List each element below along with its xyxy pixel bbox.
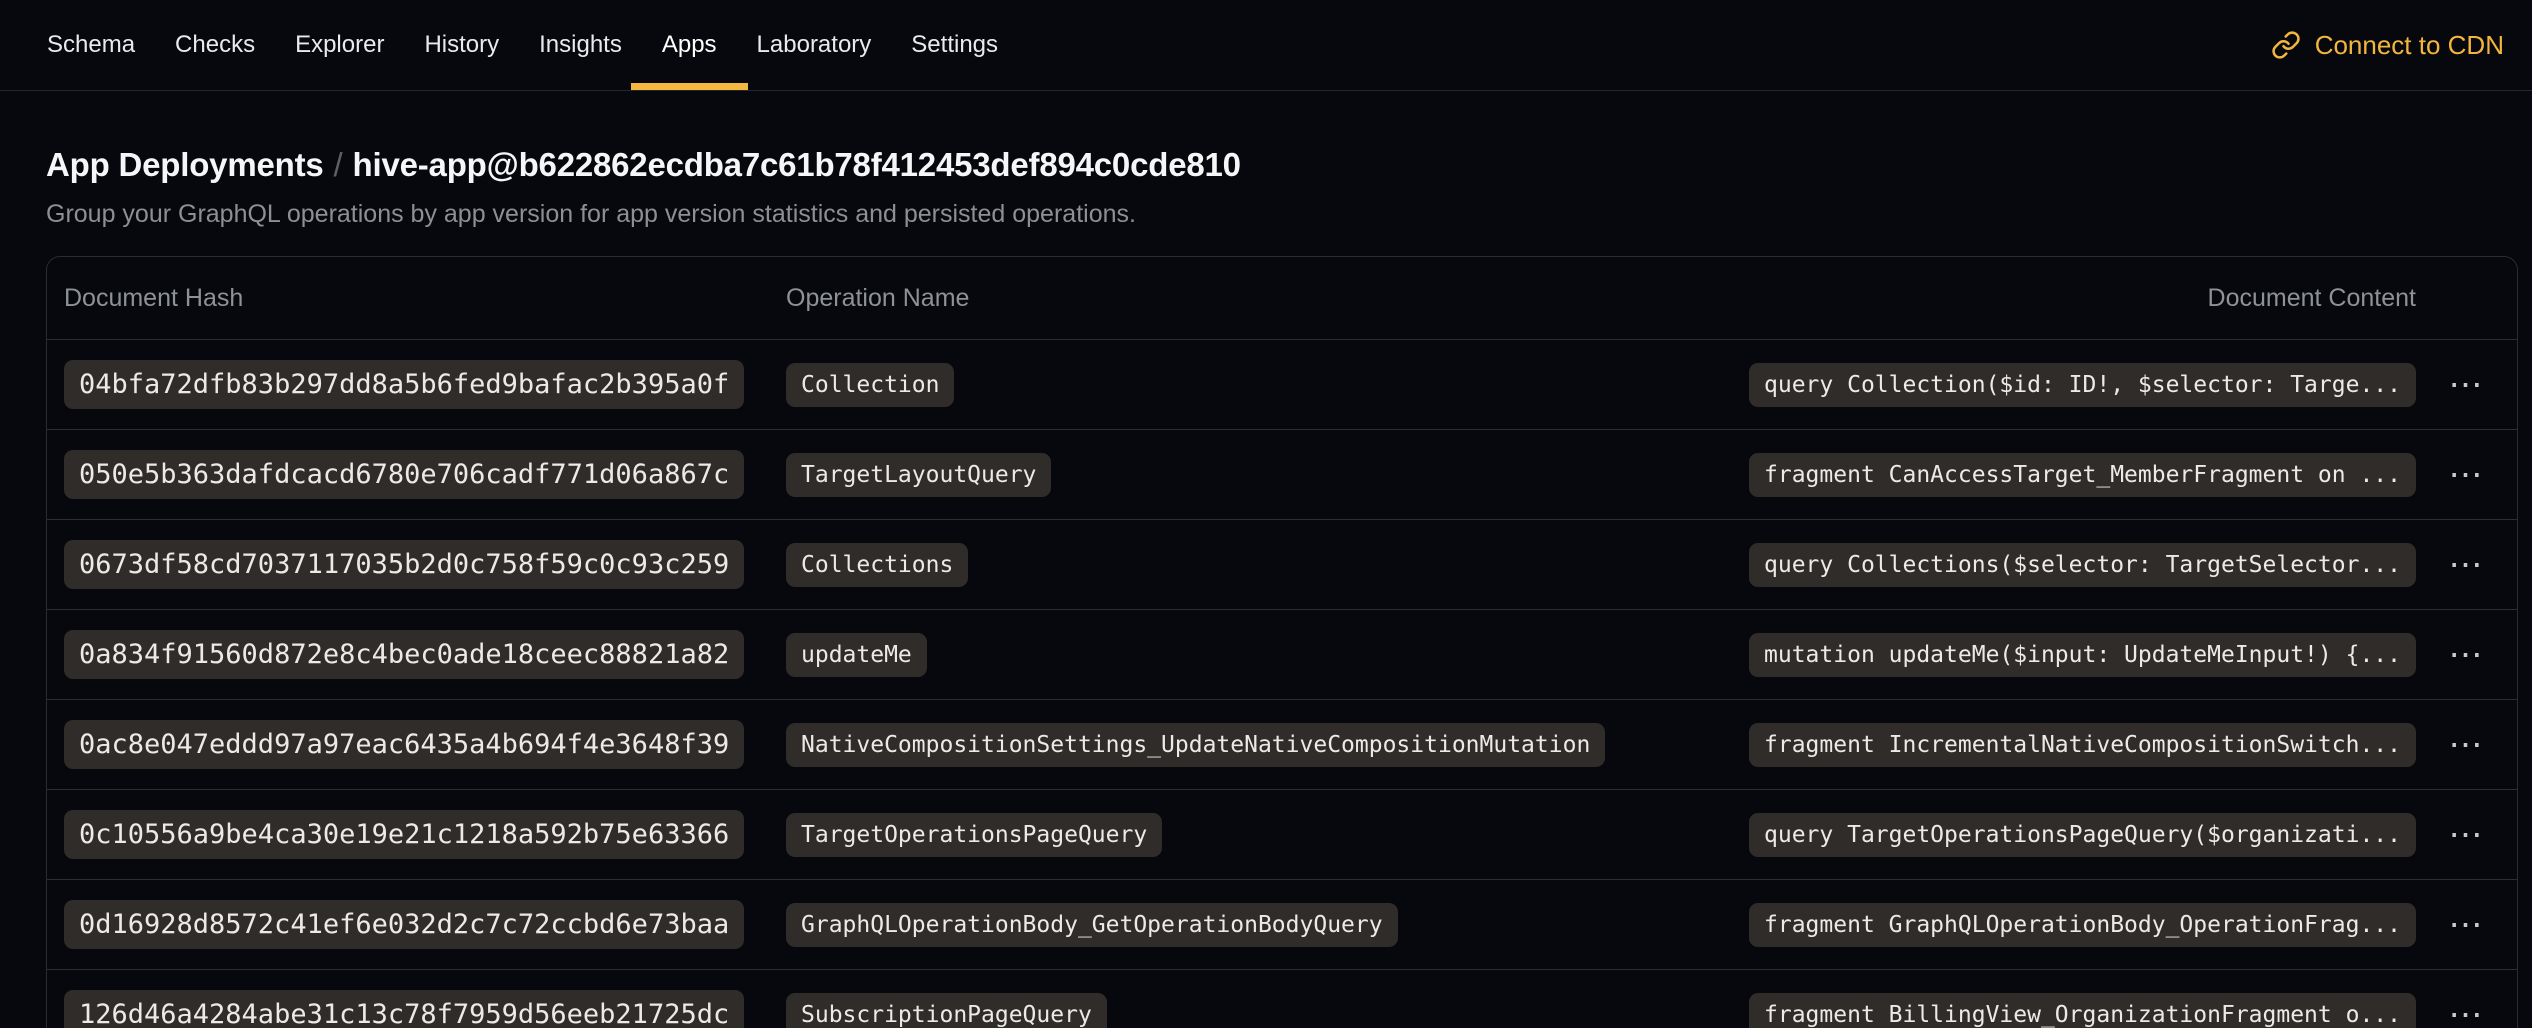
document-content-preview: fragment IncrementalNativeCompositionSwi… [1749,723,2416,767]
operation-name-badge: Collections [786,543,968,587]
operation-name-badge: TargetOperationsPageQuery [786,813,1162,857]
connect-to-cdn-button[interactable]: Connect to CDN [2271,0,2504,90]
table-row: 04bfa72dfb83b297dd8a5b6fed9bafac2b395a0f… [47,339,2517,429]
operation-name-badge: NativeCompositionSettings_UpdateNativeCo… [786,723,1605,767]
operation-name-badge: TargetLayoutQuery [786,453,1051,497]
table-row: 0673df58cd7037117035b2d0c758f59c0c93c259… [47,519,2517,609]
operation-name-badge: updateMe [786,633,927,677]
table-row: 050e5b363dafdcacd6780e706cadf771d06a867c… [47,429,2517,519]
document-hash-badge: 04bfa72dfb83b297dd8a5b6fed9bafac2b395a0f [64,360,744,409]
nav-tab-apps[interactable]: Apps [662,0,717,90]
nav-tab-history[interactable]: History [424,0,499,90]
table-row: 0d16928d8572c41ef6e032d2c7c72ccbd6e73baa… [47,879,2517,969]
app-deployments-table: Document Hash Operation Name Document Co… [46,256,2518,1028]
ellipsis-menu-icon[interactable]: ⋯ [2439,904,2495,946]
nav-tab-checks[interactable]: Checks [175,0,255,90]
operation-name-badge: GraphQLOperationBody_GetOperationBodyQue… [786,903,1398,947]
ellipsis-menu-icon[interactable]: ⋯ [2439,814,2495,856]
table-body: 04bfa72dfb83b297dd8a5b6fed9bafac2b395a0f… [47,339,2517,1028]
ellipsis-menu-icon[interactable]: ⋯ [2439,634,2495,676]
document-hash-badge: 0c10556a9be4ca30e19e21c1218a592b75e63366 [64,810,744,859]
column-header-document-hash: Document Hash [64,284,786,313]
document-hash-badge: 0d16928d8572c41ef6e032d2c7c72ccbd6e73baa [64,900,744,949]
ellipsis-menu-icon[interactable]: ⋯ [2439,994,2495,1028]
operation-name-badge: Collection [786,363,954,407]
document-content-preview: query TargetOperationsPageQuery($organiz… [1749,813,2416,857]
ellipsis-menu-icon[interactable]: ⋯ [2439,364,2495,406]
breadcrumb-current-deployment: hive-app@b622862ecdba7c61b78f412453def89… [353,146,1241,183]
table-row: 0ac8e047eddd97a97eac6435a4b694f4e3648f39… [47,699,2517,789]
page-subtitle: Group your GraphQL operations by app ver… [46,200,2486,229]
connect-to-cdn-label: Connect to CDN [2315,30,2504,61]
breadcrumb-app-deployments-link[interactable]: App Deployments [46,146,324,183]
table-row: 0a834f91560d872e8c4bec0ade18ceec88821a82… [47,609,2517,699]
document-hash-badge: 0ac8e047eddd97a97eac6435a4b694f4e3648f39 [64,720,744,769]
ellipsis-menu-icon[interactable]: ⋯ [2439,454,2495,496]
document-content-preview: fragment CanAccessTarget_MemberFragment … [1749,453,2416,497]
column-header-document-content: Document Content [2208,284,2416,313]
table-row: 126d46a4284abe31c13c78f7959d56eeb21725dc… [47,969,2517,1028]
table-row: 0c10556a9be4ca30e19e21c1218a592b75e63366… [47,789,2517,879]
document-hash-badge: 126d46a4284abe31c13c78f7959d56eeb21725dc [64,990,744,1028]
table-header-row: Document Hash Operation Name Document Co… [47,257,2517,339]
page-header: App Deployments/hive-app@b622862ecdba7c6… [0,91,2532,229]
nav-tabs: Schema Checks Explorer History Insights Apps L… [47,0,1038,90]
ellipsis-menu-icon[interactable]: ⋯ [2439,724,2495,766]
document-hash-badge: 0673df58cd7037117035b2d0c758f59c0c93c259 [64,540,744,589]
document-content-preview: fragment GraphQLOperationBody_OperationF… [1749,903,2416,947]
column-header-operation-name: Operation Name [786,284,2208,313]
document-content-preview: fragment BillingView_OrganizationFragmen… [1749,993,2416,1028]
link-icon [2271,30,2301,60]
document-hash-badge: 0a834f91560d872e8c4bec0ade18ceec88821a82 [64,630,744,679]
operation-name-badge: SubscriptionPageQuery [786,993,1107,1028]
breadcrumb-separator: / [324,146,353,183]
document-content-preview: query Collection($id: ID!, $selector: Ta… [1749,363,2416,407]
nav-tab-explorer[interactable]: Explorer [295,0,384,90]
document-content-preview: query Collections($selector: TargetSelec… [1749,543,2416,587]
top-navigation: Schema Checks Explorer History Insights Apps L… [0,0,2532,91]
ellipsis-menu-icon[interactable]: ⋯ [2439,544,2495,586]
document-content-preview: mutation updateMe($input: UpdateMeInput!… [1749,633,2416,677]
breadcrumb: App Deployments/hive-app@b622862ecdba7c6… [46,146,2486,184]
nav-tab-settings[interactable]: Settings [911,0,998,90]
document-hash-badge: 050e5b363dafdcacd6780e706cadf771d06a867c [64,450,744,499]
nav-tab-insights[interactable]: Insights [539,0,622,90]
nav-tab-laboratory[interactable]: Laboratory [757,0,872,90]
nav-tab-schema[interactable]: Schema [47,0,135,90]
